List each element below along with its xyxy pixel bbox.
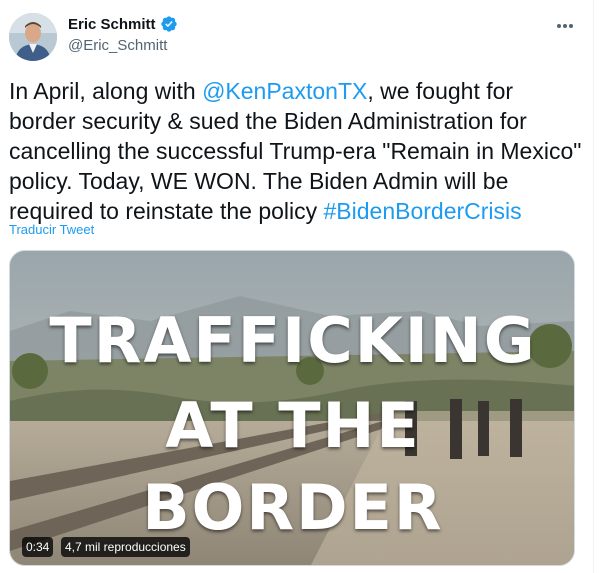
translate-tweet-link[interactable]: Traducir Tweet (9, 222, 94, 237)
more-options-icon[interactable] (552, 16, 578, 36)
tweet-card: Eric Schmitt @Eric_Schmitt In April, alo… (0, 0, 594, 573)
author-display-name[interactable]: Eric Schmitt (68, 16, 156, 33)
hashtag-link[interactable]: #BidenBorderCrisis (324, 198, 522, 224)
author-avatar[interactable] (9, 13, 57, 61)
overlay-text-line-2: AT THE (165, 389, 421, 462)
tweet-text-segment: In April, along with (9, 78, 203, 104)
author-name-row: Eric Schmitt (68, 15, 178, 33)
overlay-text-line-3: BORDER (142, 471, 444, 544)
author-handle[interactable]: @Eric_Schmitt (68, 37, 167, 54)
video-duration-badge: 0:34 (22, 537, 54, 557)
mention-link[interactable]: @KenPaxtonTX (202, 78, 367, 104)
video-views-badge: 4,7 mil reproducciones (61, 537, 190, 557)
video-player[interactable]: TRAFFICKING AT THE BORDER 0:34 4,7 mil r… (9, 250, 575, 566)
tweet-text: In April, along with @KenPaxtonTX, we fo… (9, 76, 584, 226)
verified-badge-icon (160, 15, 178, 33)
overlay-text-line-1: TRAFFICKING (49, 304, 537, 377)
